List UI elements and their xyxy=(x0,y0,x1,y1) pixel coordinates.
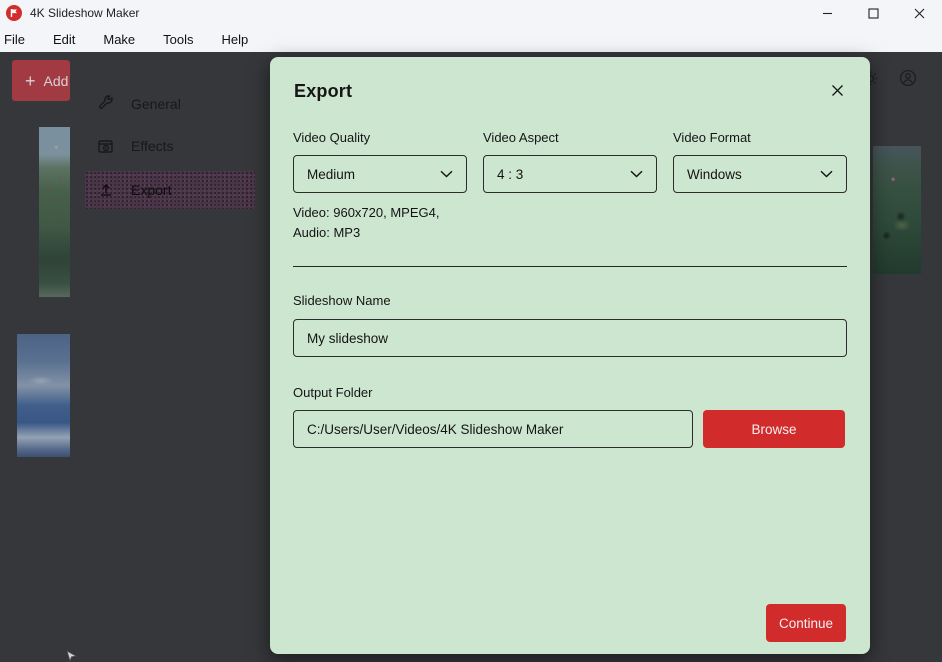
video-quality-value: Medium xyxy=(307,167,355,182)
plus-icon: + xyxy=(25,72,36,90)
menu-edit[interactable]: Edit xyxy=(39,26,89,52)
output-folder-input[interactable] xyxy=(293,410,693,448)
browse-button[interactable]: Browse xyxy=(703,410,845,448)
menu-item-label: General xyxy=(131,96,181,112)
chevron-down-icon xyxy=(820,170,833,178)
add-photos-button[interactable]: + Add xyxy=(12,60,70,101)
video-format-value: Windows xyxy=(687,167,742,182)
menu-tools[interactable]: Tools xyxy=(149,26,207,52)
menu-item-export[interactable]: Export xyxy=(85,171,255,209)
codec-info-audio: Audio: MP3 xyxy=(293,223,439,243)
video-format-select[interactable]: Windows xyxy=(673,155,847,193)
close-icon xyxy=(914,8,925,19)
titlebar: 4K Slideshow Maker xyxy=(0,0,942,26)
window-controls xyxy=(804,0,942,26)
video-format-label: Video Format xyxy=(673,130,751,145)
video-aspect-label: Video Aspect xyxy=(483,130,559,145)
cursor-icon xyxy=(66,650,77,662)
minimize-icon xyxy=(822,8,833,19)
menu-item-effects[interactable]: Effects xyxy=(85,127,255,165)
codec-info-video: Video: 960x720, MPEG4, xyxy=(293,203,439,223)
export-upload-icon xyxy=(97,181,115,199)
menubar: File Edit Make Tools Help xyxy=(0,26,942,52)
app-flag-icon xyxy=(6,5,22,21)
effects-icon xyxy=(97,137,115,155)
close-button[interactable] xyxy=(896,0,942,26)
menu-item-general[interactable]: General xyxy=(85,85,255,123)
add-button-label: Add xyxy=(44,73,69,89)
wrench-icon xyxy=(97,95,115,113)
maximize-icon xyxy=(868,8,879,19)
menu-make[interactable]: Make xyxy=(89,26,149,52)
menu-item-label: Effects xyxy=(131,138,174,154)
output-folder-label: Output Folder xyxy=(293,385,373,400)
slide-thumbnail-mountain[interactable] xyxy=(17,334,70,457)
maximize-button[interactable] xyxy=(850,0,896,26)
codec-info: Video: 960x720, MPEG4, Audio: MP3 xyxy=(293,203,439,243)
export-dialog: Export Video Quality Video Aspect Video … xyxy=(270,57,870,654)
slideshow-name-label: Slideshow Name xyxy=(293,293,391,308)
account-icon[interactable] xyxy=(899,69,917,92)
dialog-close-icon xyxy=(831,84,844,97)
continue-button[interactable]: Continue xyxy=(766,604,846,642)
video-aspect-value: 4 : 3 xyxy=(497,167,523,182)
dialog-title: Export xyxy=(294,81,352,102)
chevron-down-icon xyxy=(440,170,453,178)
minimize-button[interactable] xyxy=(804,0,850,26)
slideshow-name-input[interactable] xyxy=(293,319,847,357)
slide-thumbnail-lotus[interactable] xyxy=(873,146,921,274)
slide-thumbnail-garden[interactable] xyxy=(39,127,70,297)
video-quality-label: Video Quality xyxy=(293,130,370,145)
dialog-close-button[interactable] xyxy=(826,79,848,101)
menu-help[interactable]: Help xyxy=(208,26,263,52)
menu-file[interactable]: File xyxy=(0,26,39,52)
window-title: 4K Slideshow Maker xyxy=(30,6,139,20)
divider xyxy=(293,266,847,267)
app-window: 4K Slideshow Maker File Edit Make Tools … xyxy=(0,0,942,662)
chevron-down-icon xyxy=(630,170,643,178)
video-quality-select[interactable]: Medium xyxy=(293,155,467,193)
video-aspect-select[interactable]: 4 : 3 xyxy=(483,155,657,193)
menu-item-label: Export xyxy=(131,182,171,198)
